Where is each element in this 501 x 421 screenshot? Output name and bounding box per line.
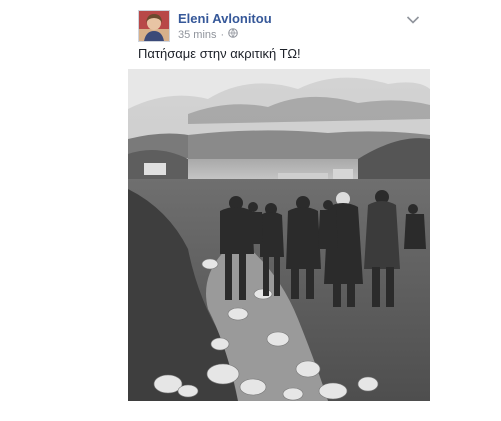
chevron-down-icon[interactable] bbox=[406, 12, 420, 24]
avatar[interactable] bbox=[138, 10, 170, 42]
post-photo[interactable] bbox=[128, 69, 430, 401]
post-time[interactable]: 35 mins bbox=[178, 29, 217, 41]
page: Eleni Avlonitou 35 mins · Πατήσαμε στην … bbox=[0, 0, 501, 421]
post-card: Eleni Avlonitou 35 mins · Πατήσαμε στην … bbox=[128, 0, 430, 402]
author-name[interactable]: Eleni Avlonitou bbox=[178, 11, 272, 26]
post-text: Πατήσαμε στην ακριτική ΤΩ! bbox=[138, 46, 301, 61]
meta-separator: · bbox=[220, 28, 225, 41]
globe-icon bbox=[228, 28, 239, 41]
post-meta: 35 mins · bbox=[178, 28, 239, 41]
